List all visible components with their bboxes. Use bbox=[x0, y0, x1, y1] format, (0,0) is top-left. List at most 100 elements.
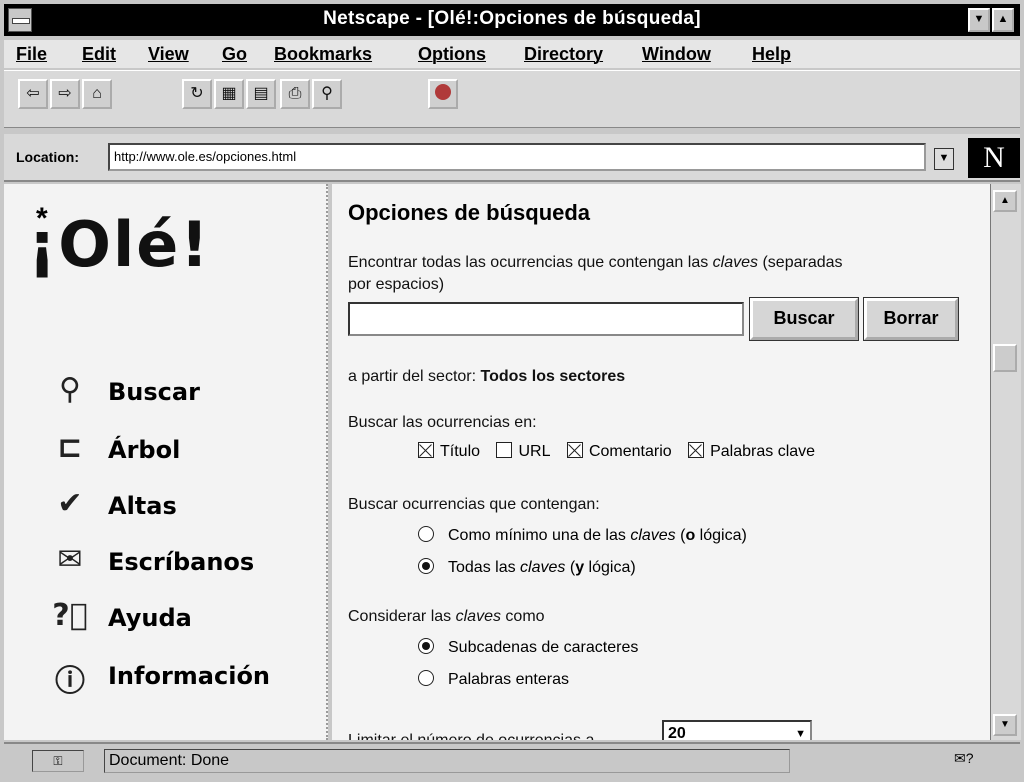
radio-substrings[interactable]: Subcadenas de caracteres bbox=[418, 638, 638, 657]
checkbox-box[interactable] bbox=[688, 442, 705, 458]
limit-label: Limitar el número de ocurrencias a bbox=[348, 732, 594, 740]
option-text: Palabras enteras bbox=[448, 671, 569, 688]
option-text: Todas las bbox=[448, 559, 521, 576]
magnifier-icon: ⚲ bbox=[59, 372, 81, 407]
option-bold: y bbox=[575, 559, 585, 576]
location-dropdown-icon[interactable]: ▼ bbox=[934, 148, 954, 170]
scroll-down-icon[interactable]: ▼ bbox=[993, 714, 1017, 736]
checkbox-label: Palabras clave bbox=[710, 443, 816, 460]
location-bar: Location: http://www.ole.es/opciones.htm… bbox=[4, 134, 1020, 182]
checkbox-label: Título bbox=[440, 443, 481, 460]
borrar-button[interactable]: Borrar bbox=[863, 297, 959, 341]
page-title: Opciones de búsqueda bbox=[348, 200, 591, 225]
menu-view[interactable]: View bbox=[148, 44, 189, 65]
maximize-button[interactable]: ▲ bbox=[992, 8, 1014, 32]
consider-claves: claves bbox=[455, 608, 501, 625]
search-input[interactable] bbox=[348, 302, 744, 336]
intro-text-part: (separadas bbox=[758, 254, 843, 271]
menu-bar: File Edit View Go Bookmarks Options Dire… bbox=[4, 40, 1020, 68]
menu-options[interactable]: Options bbox=[418, 44, 486, 65]
checkbox-palabras-clave[interactable]: Palabras clave bbox=[688, 442, 816, 460]
radio-logic-or[interactable]: Como mínimo una de las claves (o lógica) bbox=[418, 526, 747, 545]
scroll-up-icon[interactable]: ▲ bbox=[993, 190, 1017, 212]
forward-icon[interactable]: ⇨ bbox=[50, 79, 80, 109]
limit-value: 20 bbox=[668, 725, 686, 740]
radio-button[interactable] bbox=[418, 670, 434, 686]
consider-label: Considerar las claves como bbox=[348, 608, 545, 626]
print-icon[interactable]: ⎙ bbox=[280, 79, 310, 109]
images-icon[interactable]: ▦ bbox=[214, 79, 244, 109]
option-text: ( bbox=[565, 559, 576, 576]
radio-whole-words[interactable]: Palabras enteras bbox=[418, 670, 569, 689]
checkbox-box[interactable] bbox=[418, 442, 434, 458]
intro-text-line2: por espacios) bbox=[348, 276, 445, 293]
radio-button[interactable] bbox=[418, 638, 434, 654]
option-claves: claves bbox=[630, 527, 676, 544]
open-icon[interactable]: ▤ bbox=[246, 79, 276, 109]
sidebar-item-label: Buscar bbox=[108, 378, 200, 406]
menu-window[interactable]: Window bbox=[642, 44, 711, 65]
checkbox-label: Comentario bbox=[588, 443, 672, 460]
browser-window: Netscape - [Olé!:Opciones de búsqueda] ▼… bbox=[0, 0, 1024, 782]
sidebar-item-label: Escríbanos bbox=[108, 548, 255, 576]
location-input[interactable]: http://www.ole.es/opciones.html bbox=[108, 143, 926, 171]
menu-bookmarks[interactable]: Bookmarks bbox=[274, 44, 372, 65]
intro-claves: claves bbox=[712, 254, 759, 271]
menu-edit[interactable]: Edit bbox=[82, 44, 116, 65]
checkbox-box[interactable] bbox=[566, 442, 583, 458]
menu-go[interactable]: Go bbox=[222, 44, 247, 65]
option-text: ( bbox=[675, 527, 686, 544]
location-label: Location: bbox=[16, 149, 79, 165]
minimize-button[interactable]: ▼ bbox=[968, 8, 990, 32]
intro-text-part: Encontrar todas las ocurrencias que cont… bbox=[348, 254, 713, 271]
buscar-button[interactable]: Buscar bbox=[749, 297, 859, 341]
back-icon[interactable]: ⇦ bbox=[18, 79, 48, 109]
vertical-scrollbar[interactable]: ▲ ▼ bbox=[990, 184, 1021, 740]
checkbox-titulo[interactable]: Título bbox=[418, 442, 481, 460]
intro-text: Encontrar todas las ocurrencias que cont… bbox=[348, 254, 843, 272]
mail-icon[interactable]: ✉? bbox=[954, 750, 974, 767]
radio-logic-and[interactable]: Todas las claves (y lógica) bbox=[418, 558, 636, 577]
option-text: Como mínimo una de las bbox=[448, 527, 631, 544]
radio-button[interactable] bbox=[418, 526, 434, 542]
checkmark-icon: ✔ bbox=[57, 486, 83, 521]
option-bold: o bbox=[685, 527, 696, 544]
menu-directory[interactable]: Directory bbox=[524, 44, 603, 65]
navigation-frame: * ¡Olé! ⚲ Buscar ⊏ Árbol ✔ Altas ✉ Escrí… bbox=[4, 184, 328, 740]
scroll-thumb[interactable] bbox=[993, 344, 1017, 372]
option-text: Subcadenas de caracteres bbox=[448, 639, 639, 656]
title-bar: Netscape - [Olé!:Opciones de búsqueda] ▼… bbox=[4, 4, 1020, 36]
sidebar-item-label: Ayuda bbox=[108, 604, 192, 632]
sidebar-item-label: Altas bbox=[108, 492, 177, 520]
reload-icon[interactable]: ↻ bbox=[182, 79, 212, 109]
sidebar-item-label: Árbol bbox=[108, 436, 181, 464]
status-message: Document: Done bbox=[104, 749, 790, 773]
menu-help[interactable]: Help bbox=[752, 44, 791, 65]
consider-text: Considerar las bbox=[348, 608, 456, 625]
sector-prefix: a partir del sector: bbox=[348, 368, 481, 385]
envelope-icon: ✉ bbox=[57, 542, 83, 577]
option-text: lógica) bbox=[695, 527, 747, 544]
option-claves: claves bbox=[520, 559, 566, 576]
checkbox-label: URL bbox=[518, 443, 551, 460]
consider-text: como bbox=[500, 608, 545, 625]
tree-icon: ⊏ bbox=[57, 430, 83, 465]
netscape-logo: N bbox=[968, 138, 1020, 178]
info-icon: ⓘ bbox=[55, 664, 85, 699]
home-icon[interactable]: ⌂ bbox=[82, 79, 112, 109]
ole-logo: ¡Olé! bbox=[28, 208, 211, 281]
limit-select[interactable]: 20 ▼ bbox=[662, 720, 812, 740]
find-icon[interactable]: ⚲ bbox=[312, 79, 342, 109]
fields-checkbox-row: Título URL Comentario Palabras clave bbox=[418, 442, 827, 461]
stop-icon[interactable] bbox=[428, 79, 458, 109]
checkbox-box[interactable] bbox=[496, 442, 513, 458]
radio-button[interactable] bbox=[418, 558, 434, 574]
help-icon: ?⃝ bbox=[52, 598, 88, 633]
window-title: Netscape - [Olé!:Opciones de búsqueda] bbox=[323, 8, 701, 29]
sidebar-item-label: Información bbox=[108, 662, 271, 690]
menu-file[interactable]: File bbox=[16, 44, 47, 65]
checkbox-comentario[interactable]: Comentario bbox=[566, 442, 672, 460]
logic-label: Buscar ocurrencias que contengan: bbox=[348, 496, 600, 513]
status-bar: ⚿ Document: Done ✉? bbox=[4, 742, 1020, 778]
checkbox-url[interactable]: URL bbox=[496, 442, 551, 460]
